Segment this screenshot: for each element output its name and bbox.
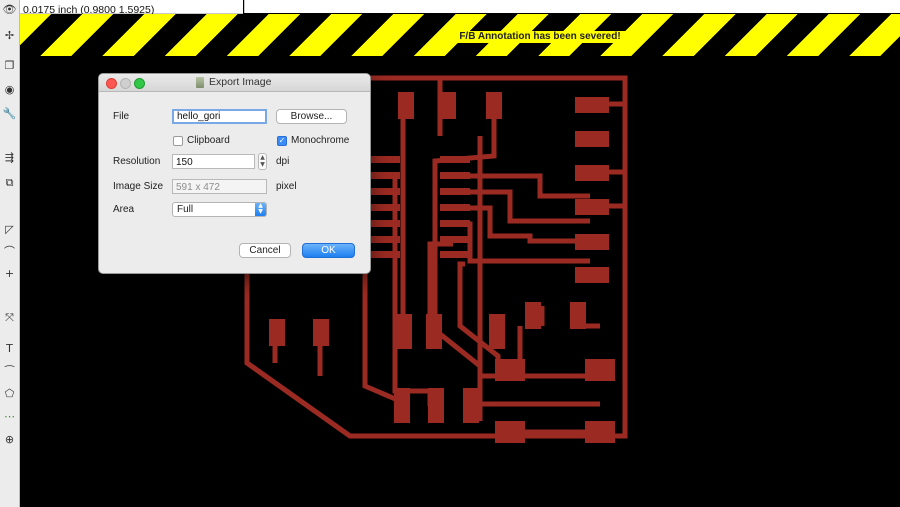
ok-button[interactable]: OK xyxy=(302,243,355,258)
image-size-value: 591 x 472 xyxy=(172,179,267,194)
file-name-input[interactable]: hello_gori xyxy=(172,109,267,124)
area-selected-value: Full xyxy=(177,204,194,215)
zoom-window-button[interactable] xyxy=(134,78,145,89)
arc-icon[interactable]: ⌒ xyxy=(2,244,17,259)
minimize-window-button[interactable] xyxy=(120,78,131,89)
command-line[interactable] xyxy=(244,0,900,13)
resolution-input[interactable]: 150 xyxy=(172,154,255,169)
coordinate-readout: 0.0175 inch (0.9800 1.5925) xyxy=(20,0,243,16)
chevron-updown-icon: ▲ ▼ xyxy=(255,203,266,216)
move-icon[interactable]: ✢ xyxy=(2,28,17,43)
dialog-titlebar[interactable]: Export Image xyxy=(99,74,370,92)
tool-palette: 👁 ✢ ❐ ◉ 🔧 ⇶ ⧉ ◸ ⌒ + ⤧ T ⁀ ⬠ ⋯ ⊕ xyxy=(0,0,20,507)
add-icon[interactable]: + xyxy=(2,266,17,281)
text-icon[interactable]: T xyxy=(2,341,17,356)
curve-icon[interactable]: ⁀ xyxy=(2,364,17,379)
warning-banner: F/B Annotation has been severed! xyxy=(20,14,900,56)
via-icon[interactable]: ⊕ xyxy=(2,432,17,447)
browse-button[interactable]: Browse... xyxy=(276,109,347,124)
route-icon[interactable]: ⤧ xyxy=(2,310,17,325)
miter-icon[interactable]: ◸ xyxy=(2,222,17,237)
warning-message: F/B Annotation has been severed! xyxy=(445,31,635,43)
eye-icon[interactable]: 👁 xyxy=(2,2,17,17)
export-image-dialog: Export Image File hello_gori Browse... C… xyxy=(98,73,371,274)
clipboard-checkbox[interactable] xyxy=(173,136,183,146)
area-select[interactable]: Full ▲ ▼ xyxy=(172,202,267,217)
monochrome-checkbox[interactable]: ✓ xyxy=(277,136,287,146)
image-size-label: Image Size xyxy=(113,181,164,192)
document-icon xyxy=(196,77,204,88)
cancel-button[interactable]: Cancel xyxy=(239,243,291,258)
split-icon[interactable]: ⇶ xyxy=(2,150,17,165)
group-icon[interactable]: ⧉ xyxy=(2,175,17,190)
area-label: Area xyxy=(113,204,135,215)
resolution-unit: dpi xyxy=(276,156,290,167)
copy-icon[interactable]: ❐ xyxy=(2,58,17,73)
dialog-title: Export Image xyxy=(209,76,272,88)
clipboard-label: Clipboard xyxy=(187,135,230,146)
resolution-label: Resolution xyxy=(113,156,161,167)
image-size-unit: pixel xyxy=(276,181,297,192)
resolution-stepper[interactable]: ▲ ▼ xyxy=(258,153,267,170)
wire-icon[interactable]: ⋯ xyxy=(2,409,17,424)
monochrome-label: Monochrome xyxy=(291,135,350,146)
file-label: File xyxy=(113,111,130,122)
wrench-icon[interactable]: 🔧 xyxy=(2,106,17,121)
close-window-button[interactable] xyxy=(106,78,117,89)
polygon-icon[interactable]: ⬠ xyxy=(2,386,17,401)
circle-icon[interactable]: ◉ xyxy=(2,82,17,97)
